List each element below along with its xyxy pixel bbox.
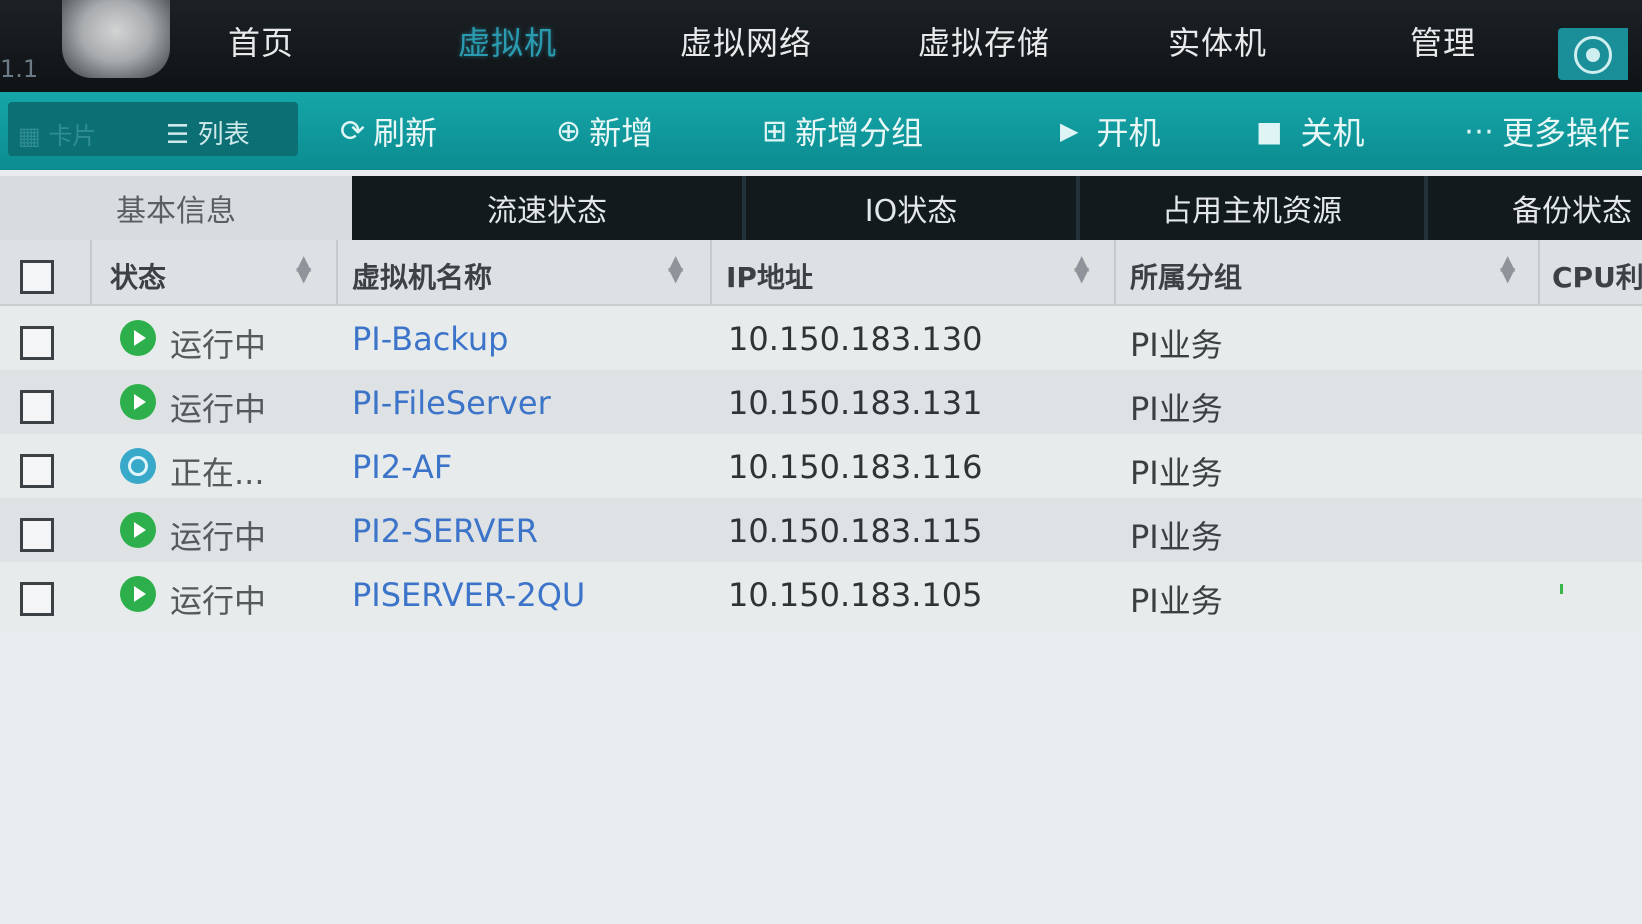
in-progress-status-icon bbox=[120, 448, 156, 484]
column-divider bbox=[90, 240, 92, 304]
user-icon bbox=[1574, 36, 1612, 74]
vm-name-link[interactable]: PI2-SERVER bbox=[352, 512, 538, 550]
sort-icon[interactable]: ▲ ▼ bbox=[668, 252, 683, 284]
vm-status: 运行中 bbox=[170, 390, 267, 428]
power-off-label: 关机 bbox=[1300, 114, 1365, 152]
detail-tabs: 基本信息 流速状态 IO状态 占用主机资源 备份状态 bbox=[0, 176, 1642, 240]
vm-group: PI业务 bbox=[1130, 326, 1223, 364]
more-actions-label: 更多操作 bbox=[1502, 114, 1631, 152]
running-status-icon bbox=[120, 384, 156, 420]
row-checkbox[interactable] bbox=[20, 390, 54, 424]
tab-basic-info[interactable]: 基本信息 bbox=[0, 176, 352, 240]
column-divider bbox=[336, 240, 338, 304]
nav-item-home[interactable]: 首页 bbox=[228, 18, 294, 64]
plus-circle-icon: ⊕ bbox=[556, 113, 582, 149]
table-row[interactable]: 运行中 PI-Backup 10.150.183.130 PI业务 bbox=[0, 306, 1642, 370]
cpu-usage-bar bbox=[1560, 584, 1563, 594]
running-status-icon bbox=[120, 512, 156, 548]
running-status-icon bbox=[120, 576, 156, 612]
vm-group: PI业务 bbox=[1130, 454, 1223, 492]
nav-item-physical-host[interactable]: 实体机 bbox=[1168, 18, 1267, 64]
more-actions-button[interactable]: ⋯ 更多操作 bbox=[1464, 108, 1630, 154]
vm-status: 正在... bbox=[170, 454, 265, 492]
view-list-button[interactable]: ☰ 列表 bbox=[166, 114, 250, 151]
top-navigation: 1.1 首页 虚拟机 虚拟网络 虚拟存储 实体机 管理 bbox=[0, 0, 1642, 92]
table-row[interactable]: 运行中 PISERVER-2QU 10.150.183.105 PI业务 bbox=[0, 562, 1642, 626]
tab-host-resources[interactable]: 占用主机资源 bbox=[1080, 176, 1424, 240]
vm-group: PI业务 bbox=[1130, 390, 1223, 428]
row-checkbox[interactable] bbox=[20, 582, 54, 616]
logo-image bbox=[62, 0, 170, 78]
version-label: 1.1 bbox=[0, 55, 39, 83]
toolbar: ▦ 卡片 ☰ 列表 ⟳ 刷新 ⊕ 新增 ⊞ 新增分组 ▶ 开机 ■ 关机 ⋯ 更… bbox=[0, 92, 1642, 170]
power-off-button[interactable]: ■ 关机 bbox=[1256, 108, 1364, 154]
refresh-button[interactable]: ⟳ 刷新 bbox=[340, 108, 437, 154]
tab-io-status[interactable]: IO状态 bbox=[746, 176, 1076, 240]
add-group-label: 新增分组 bbox=[795, 114, 924, 152]
vm-status: 运行中 bbox=[170, 326, 267, 364]
tab-flow-status[interactable]: 流速状态 bbox=[352, 176, 742, 240]
tab-backup-status[interactable]: 备份状态 bbox=[1428, 176, 1642, 240]
add-group-button[interactable]: ⊞ 新增分组 bbox=[762, 108, 923, 154]
vm-name-link[interactable]: PI2-AF bbox=[352, 448, 452, 486]
column-header-status[interactable]: 状态 bbox=[110, 256, 166, 296]
row-checkbox[interactable] bbox=[20, 326, 54, 360]
column-header-vm-name[interactable]: 虚拟机名称 bbox=[352, 256, 492, 296]
vm-name-link[interactable]: PI-FileServer bbox=[352, 384, 551, 422]
refresh-label: 刷新 bbox=[373, 114, 438, 152]
vm-name-link[interactable]: PI-Backup bbox=[352, 320, 508, 358]
running-status-icon bbox=[120, 320, 156, 356]
vm-ip: 10.150.183.116 bbox=[728, 448, 983, 486]
folder-plus-icon: ⊞ bbox=[762, 113, 788, 149]
view-card-button[interactable]: ▦ 卡片 bbox=[18, 116, 96, 151]
vm-group: PI业务 bbox=[1130, 582, 1223, 620]
nav-item-management[interactable]: 管理 bbox=[1410, 18, 1476, 64]
column-header-group[interactable]: 所属分组 bbox=[1130, 256, 1242, 296]
vm-ip: 10.150.183.105 bbox=[728, 576, 983, 614]
vm-ip: 10.150.183.130 bbox=[728, 320, 983, 358]
row-checkbox[interactable] bbox=[20, 454, 54, 488]
vm-ip: 10.150.183.131 bbox=[728, 384, 983, 422]
column-divider bbox=[1538, 240, 1540, 304]
table-header: 状态 ▲ ▼ 虚拟机名称 ▲ ▼ IP地址 ▲ ▼ 所属分组 ▲ ▼ CPU利 bbox=[0, 240, 1642, 306]
vm-name-link[interactable]: PISERVER-2QU bbox=[352, 576, 585, 614]
user-menu-button[interactable] bbox=[1558, 28, 1628, 80]
more-icon: ⋯ bbox=[1464, 113, 1494, 149]
add-label: 新增 bbox=[589, 114, 654, 152]
view-toggle: ▦ 卡片 ☰ 列表 bbox=[8, 102, 298, 156]
nav-item-virtual-network[interactable]: 虚拟网络 bbox=[680, 18, 812, 64]
power-on-label: 开机 bbox=[1096, 114, 1161, 152]
row-checkbox[interactable] bbox=[20, 518, 54, 552]
add-button[interactable]: ⊕ 新增 bbox=[556, 108, 653, 154]
nav-item-virtual-storage[interactable]: 虚拟存储 bbox=[918, 18, 1050, 64]
sort-icon[interactable]: ▲ ▼ bbox=[1074, 252, 1089, 284]
select-all-checkbox[interactable] bbox=[20, 260, 54, 294]
column-divider bbox=[710, 240, 712, 304]
vm-group: PI业务 bbox=[1130, 518, 1223, 556]
refresh-icon: ⟳ bbox=[340, 113, 366, 149]
vm-ip: 10.150.183.115 bbox=[728, 512, 983, 550]
view-card-label: 卡片 bbox=[48, 122, 97, 150]
table-row[interactable]: 运行中 PI-FileServer 10.150.183.131 PI业务 bbox=[0, 370, 1642, 434]
column-divider bbox=[1114, 240, 1116, 304]
power-on-button[interactable]: ▶ 开机 bbox=[1060, 108, 1160, 154]
stop-icon: ■ bbox=[1256, 114, 1283, 148]
view-list-label: 列表 bbox=[197, 120, 250, 150]
table-row[interactable]: 运行中 PI2-SERVER 10.150.183.115 PI业务 bbox=[0, 498, 1642, 562]
column-header-cpu[interactable]: CPU利 bbox=[1552, 256, 1642, 296]
play-icon: ▶ bbox=[1060, 117, 1079, 145]
vm-status: 运行中 bbox=[170, 582, 267, 620]
column-header-ip[interactable]: IP地址 bbox=[726, 256, 813, 296]
logo: 1.1 bbox=[0, 0, 180, 92]
nav-item-vm[interactable]: 虚拟机 bbox=[458, 18, 557, 64]
list-icon: ☰ bbox=[166, 120, 198, 150]
sort-icon[interactable]: ▲ ▼ bbox=[296, 252, 311, 284]
grid-icon: ▦ bbox=[18, 122, 49, 150]
vm-status: 运行中 bbox=[170, 518, 267, 556]
table-row[interactable]: 正在... PI2-AF 10.150.183.116 PI业务 bbox=[0, 434, 1642, 498]
sort-icon[interactable]: ▲ ▼ bbox=[1500, 252, 1515, 284]
